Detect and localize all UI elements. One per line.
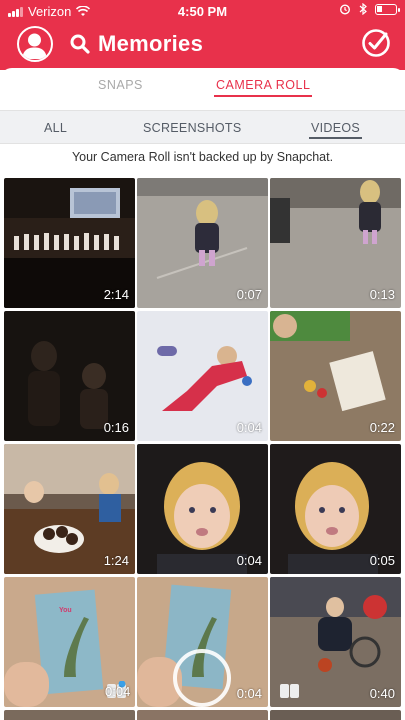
search-icon [70,34,90,54]
filter-all[interactable]: ALL [44,121,67,135]
partial-thumbnail [137,710,268,720]
backup-notice: Your Camera Roll isn't backed up by Snap… [71,150,334,164]
video-duration: 0:04 [105,684,131,699]
bluetooth-icon [359,3,367,15]
user-silhouette-icon [22,33,47,59]
video-thumbnail[interactable]: 0:04 [137,577,268,707]
multi-select-icon [280,684,299,698]
select-checkmark-button[interactable] [361,28,391,58]
status-bar: Verizon 4:50 PM [0,0,405,22]
filter-videos[interactable]: VIDEOS [308,121,363,139]
video-duration: 2:14 [103,287,129,302]
video-duration: 0:16 [103,420,129,435]
video-thumbnail[interactable]: 0:16 [4,311,135,441]
video-thumbnail[interactable]: 0:07 [137,178,268,308]
partial-thumbnail [4,710,135,720]
partial-thumbnail [270,710,401,720]
capture-ring-icon [173,649,231,707]
video-thumbnail[interactable]: 0:04 [137,444,268,574]
video-duration: 0:04 [236,686,262,701]
video-thumbnail[interactable]: 2:14 [4,178,135,308]
tab-snaps[interactable]: SNAPS [98,78,143,92]
video-thumbnail[interactable]: 1:24 [4,444,135,574]
video-duration: 0:40 [369,686,395,701]
video-duration: 1:24 [103,553,129,568]
source-tabs: SNAPS CAMERA ROLL [0,68,405,106]
video-thumbnail[interactable] [4,710,135,720]
video-thumbnail[interactable]: 0:04 [137,311,268,441]
video-thumbnail[interactable]: 0:22 [270,311,401,441]
profile-avatar-button[interactable] [17,26,53,62]
video-duration: 0:04 [236,420,262,435]
page-title: Memories [98,31,204,56]
filter-screenshots[interactable]: SCREENSHOTS [143,121,241,135]
video-thumbnail[interactable]: 0:05 [270,444,401,574]
video-duration: 0:13 [369,287,395,302]
battery-icon [375,3,400,15]
app-header: Verizon 4:50 PM Memories [0,0,405,70]
svg-text:You: You [59,607,72,614]
tab-camera-roll[interactable]: CAMERA ROLL [213,78,313,97]
video-duration: 0:05 [369,553,395,568]
video-thumbnail[interactable]: 0:40 [270,577,401,707]
alarm-icon [339,4,351,15]
video-thumbnail[interactable] [270,710,401,720]
video-grid: 2:14 0:07 0:13 0:16 0:04 0:22 1:24 0:04 … [4,178,401,720]
video-thumbnail[interactable] [137,710,268,720]
video-duration: 0:07 [236,287,262,302]
header-search[interactable]: Memories [70,29,203,59]
video-duration: 0:04 [236,553,262,568]
video-thumbnail[interactable]: 0:13 [270,178,401,308]
video-duration: 0:22 [369,420,395,435]
media-filter-bar: ALL SCREENSHOTS VIDEOS [0,110,405,144]
